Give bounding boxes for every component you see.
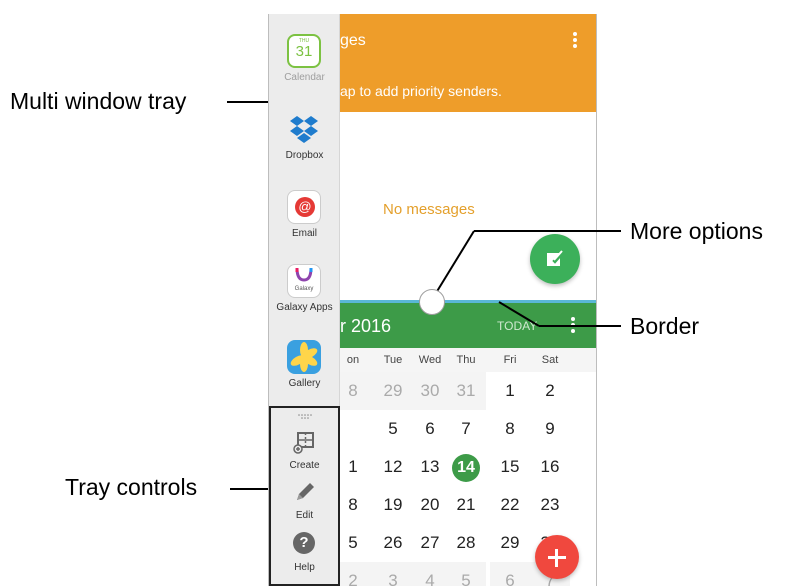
grip-icon[interactable] [298,414,312,420]
calendar-icon-date: 31 [295,43,313,60]
tray-app-label: Galaxy Apps [276,302,333,313]
weekday-label: Thu [456,354,476,366]
email-title: ges [340,32,366,49]
tray-app-label: Email [291,228,317,239]
calendar-day[interactable]: 22 [490,486,530,524]
help-icon: ? [293,532,315,554]
calendar-day[interactable]: 3 [373,562,413,586]
calendar-day[interactable]: 5 [373,410,413,448]
callout-multi-window-tray: Multi window tray [10,88,187,114]
calendar-day[interactable]: 8 [490,410,530,448]
tray-app-gallery[interactable]: Gallery [269,340,340,410]
create-control[interactable]: Create [271,430,338,471]
callout-more-options: More options [630,218,763,244]
tray-app-email[interactable]: @ Email [269,190,340,260]
calendar-day[interactable]: 30 [410,372,450,410]
callout-border: Border [630,313,700,339]
weekday-label: Tue [383,354,403,366]
help-label: Help [294,562,315,573]
tray-app-calendar[interactable]: THU 31 Calendar [269,34,340,104]
tray-app-label: Calendar [284,72,325,83]
more-vertical-icon[interactable] [570,316,576,339]
tray-controls: Create Edit ? Help [269,406,340,586]
calendar-day[interactable]: 21 [446,486,486,524]
compose-icon [547,250,564,266]
calendar-day[interactable]: 6 [410,410,450,448]
create-label: Create [289,460,320,471]
more-vertical-icon[interactable] [572,31,578,49]
tray-app-label: Gallery [288,378,321,389]
create-icon [293,432,314,454]
today-button[interactable]: TODAY [497,319,537,333]
calendar-day[interactable]: 1 [490,372,530,410]
calendar-day[interactable]: 29 [490,524,530,562]
tray-app-galaxy-apps[interactable]: Galaxy Galaxy Apps [269,264,340,334]
calendar-day[interactable]: 9 [530,410,570,448]
phone-screen: ges ap to add priority senders. No messa… [268,14,597,586]
today-marker: 14 [452,453,480,482]
email-icon-glyph: @ [295,197,315,217]
leader-multi-window-tray [227,101,272,103]
calendar-day[interactable]: 2 [530,372,570,410]
tray-app-label: Dropbox [285,150,324,161]
calendar-day[interactable]: 23 [530,486,570,524]
weekday-label: Wed [418,354,442,366]
calendar-day[interactable]: 31 [446,372,486,410]
multi-window-tray: THU 31 Calendar Dropbox @ Email Galaxy Galaxy A… [269,14,340,586]
calendar-day[interactable]: 5 [446,562,486,586]
priority-senders-hint[interactable]: ap to add priority senders. [340,83,502,99]
tray-app-dropbox[interactable]: Dropbox [269,112,340,182]
calendar-day[interactable]: 19 [373,486,413,524]
calendar-icon: THU 31 [287,34,321,68]
calendar-day[interactable]: 7 [446,410,486,448]
calendar-day[interactable]: 20 [410,486,450,524]
calendar-day[interactable]: 4 [410,562,450,586]
galaxy-apps-icon: Galaxy [287,264,321,298]
help-control[interactable]: ? Help [271,532,338,573]
empty-state-text: No messages [383,201,475,218]
weekday-label: Sat [541,354,559,366]
add-event-button[interactable] [535,535,579,579]
edit-label: Edit [295,510,314,521]
callout-tray-controls: Tray controls [65,474,198,500]
calendar-day[interactable]: 13 [410,448,450,486]
galaxy-apps-icon-text: Galaxy [294,286,314,292]
calendar-day[interactable]: 16 [530,448,570,486]
calendar-day[interactable]: 6 [490,562,530,586]
calendar-day[interactable]: 26 [373,524,413,562]
calendar-day[interactable]: 29 [373,372,413,410]
calendar-month-title: r 2016 [340,316,392,336]
calendar-day[interactable]: 27 [410,524,450,562]
weekday-label: Fri [503,354,517,366]
compose-button[interactable] [530,234,580,284]
calendar-day-today[interactable]: 14 [446,448,486,486]
edit-control[interactable]: Edit [271,480,338,521]
calendar-day[interactable]: 28 [446,524,486,562]
calendar-day[interactable]: 15 [490,448,530,486]
calendar-day[interactable]: 12 [373,448,413,486]
gallery-icon [287,340,321,374]
leader-tray-controls [230,488,272,490]
window-border-handle[interactable] [419,289,445,315]
pencil-icon [297,483,314,500]
dropbox-icon [287,112,321,146]
email-icon: @ [287,190,321,224]
